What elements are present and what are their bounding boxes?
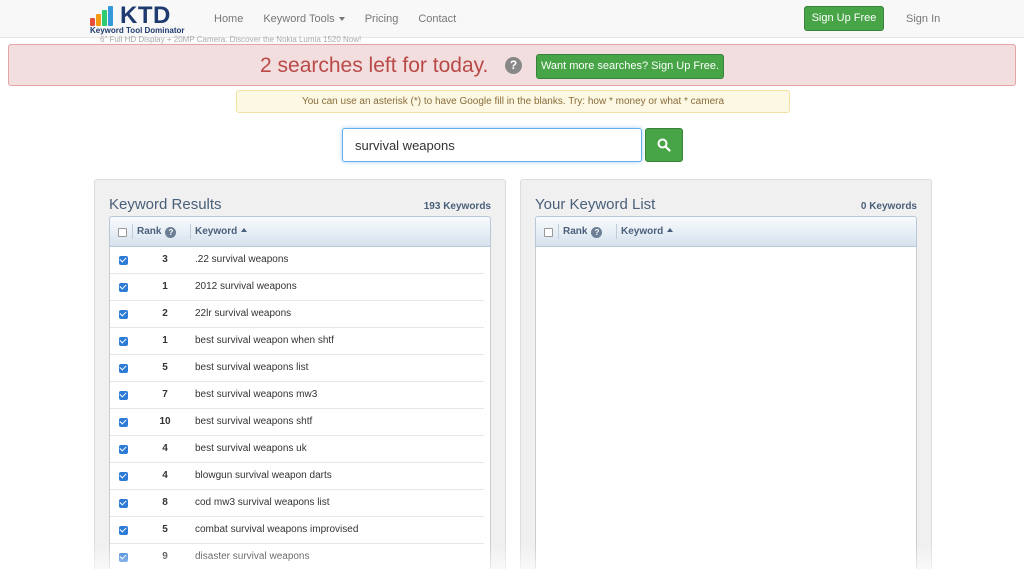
table-row[interactable]: 1 2012 survival weapons [110,274,484,301]
table-row[interactable]: 5 combat survival weapons improvised [110,517,484,544]
row-checkbox[interactable] [119,418,128,427]
row-rank: 1 [162,335,168,346]
header-divider [190,224,191,239]
row-rank: 3 [162,254,168,265]
table-row[interactable]: 4 best survival weapons uk [110,436,484,463]
bar-chart-logo-icon [90,6,116,26]
row-keyword: cod mw3 survival weapons list [195,497,330,508]
rank-column-header[interactable]: Rank? [137,226,177,238]
row-checkbox[interactable] [119,526,128,535]
list-table-body [535,247,917,569]
row-keyword: combat survival weapons improvised [195,524,359,535]
row-rank: 9 [162,551,168,562]
row-keyword: .22 survival weapons [195,254,289,265]
keyword-list-panel: Your Keyword List 0 Keywords Rank? Keywo… [520,179,932,569]
row-checkbox[interactable] [119,553,128,562]
keyword-header-label: Keyword [621,226,664,237]
alert-message: 2 searches left for today. [260,54,489,77]
top-navbar: KTD Keyword Tool Dominator Home Keyword … [0,0,1024,38]
results-table-header: Rank? Keyword [109,216,491,247]
row-rank: 5 [162,524,168,535]
row-rank: 10 [159,416,171,427]
search-button[interactable] [645,128,683,162]
row-rank: 4 [162,443,168,454]
rank-header-label: Rank [137,226,162,237]
header-divider [132,224,133,239]
search-icon [657,138,671,152]
header-divider [558,224,559,239]
rank-header-label: Rank [563,226,588,237]
select-all-checkbox[interactable] [118,228,127,237]
list-table-header: Rank? Keyword [535,216,917,247]
ad-ticker: 6" Full HD Display + 20MP Camera. Discov… [100,35,362,44]
searches-left-alert: 2 searches left for today. ? Want more s… [8,44,1016,86]
row-keyword: best survival weapons mw3 [195,389,318,400]
row-rank: 2 [162,308,168,319]
caret-down-icon [338,17,345,22]
nav-contact[interactable]: Contact [418,0,456,38]
select-all-checkbox[interactable] [544,228,553,237]
row-checkbox[interactable] [119,283,128,292]
row-rank: 1 [162,281,168,292]
table-row[interactable]: 2 22lr survival weapons [110,301,484,328]
rank-column-header[interactable]: Rank? [563,226,603,238]
row-keyword: best survival weapons list [195,362,309,373]
table-row[interactable]: 7 best survival weapons mw3 [110,382,484,409]
table-row[interactable]: 1 best survival weapon when shtf [110,328,484,355]
nav-keyword-tools-label: Keyword Tools [263,13,335,25]
table-row[interactable]: 9 disaster survival weapons [110,544,484,569]
sort-ascending-icon [241,228,248,232]
row-checkbox[interactable] [119,391,128,400]
nav-home[interactable]: Home [214,0,243,38]
row-keyword: blowgun survival weapon darts [195,470,332,481]
row-keyword: best survival weapon when shtf [195,335,334,346]
list-title: Your Keyword List [535,196,656,213]
row-checkbox[interactable] [119,472,128,481]
row-keyword: disaster survival weapons [195,551,310,562]
logo-subtitle: Keyword Tool Dominator [90,26,185,35]
search-input[interactable] [342,128,642,162]
row-keyword: 2012 survival weapons [195,281,297,292]
rank-help-icon[interactable]: ? [165,227,177,238]
row-keyword: best survival weapons uk [195,443,307,454]
signup-button[interactable]: Sign Up Free [804,6,884,31]
rank-help-icon[interactable]: ? [591,227,603,238]
nav-pricing[interactable]: Pricing [365,0,399,38]
row-keyword: 22lr survival weapons [195,308,292,319]
table-row[interactable]: 5 best survival weapons list [110,355,484,382]
row-checkbox[interactable] [119,499,128,508]
row-rank: 7 [162,389,168,400]
table-row[interactable]: 10 best survival weapons shtf [110,409,484,436]
keyword-results-panel: Keyword Results 193 Keywords Rank? Keywo… [94,179,506,569]
help-icon[interactable]: ? [505,57,522,74]
signin-link[interactable]: Sign In [906,0,940,38]
more-searches-button[interactable]: Want more searches? Sign Up Free. [536,54,724,79]
asterisk-tip: You can use an asterisk (*) to have Goog… [236,90,790,113]
row-checkbox[interactable] [119,310,128,319]
nav-links: Home Keyword Tools Pricing Contact [214,0,476,38]
row-checkbox[interactable] [119,445,128,454]
row-rank: 4 [162,470,168,481]
table-row[interactable]: 8 cod mw3 survival weapons list [110,490,484,517]
keyword-column-header[interactable]: Keyword [195,226,248,237]
table-row[interactable]: 3 .22 survival weapons [110,247,484,274]
ktd-logo[interactable]: KTD Keyword Tool Dominator [90,2,200,36]
sort-ascending-icon [667,228,674,232]
header-divider [616,224,617,239]
table-row[interactable]: 4 blowgun survival weapon darts [110,463,484,490]
row-keyword: best survival weapons shtf [195,416,313,427]
results-count: 193 Keywords [423,201,491,212]
keyword-header-label: Keyword [195,226,238,237]
row-checkbox[interactable] [119,364,128,373]
keyword-column-header[interactable]: Keyword [621,226,674,237]
row-rank: 8 [162,497,168,508]
nav-keyword-tools[interactable]: Keyword Tools [263,0,345,38]
list-count: 0 Keywords [860,201,917,212]
results-table-body: 3 .22 survival weapons 1 2012 survival weap… [109,247,491,569]
row-rank: 5 [162,362,168,373]
row-checkbox[interactable] [119,256,128,265]
results-title: Keyword Results [109,196,222,213]
row-checkbox[interactable] [119,337,128,346]
